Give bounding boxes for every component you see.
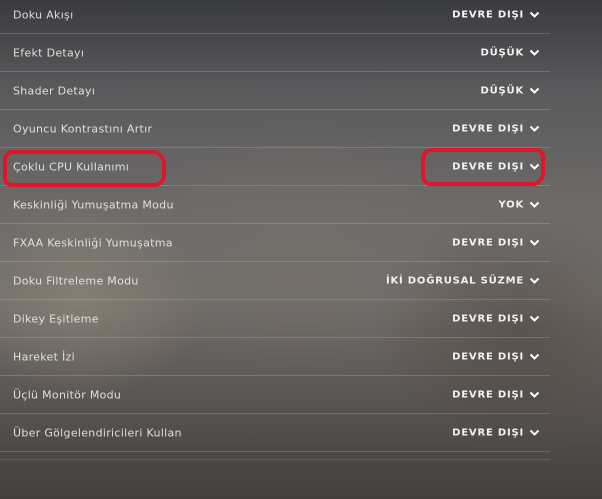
setting-row-uber-shaders: Über Gölgelendiricileri Kullan DEVRE DIŞ… [0,414,550,452]
chevron-down-icon[interactable] [529,351,540,362]
setting-label: Shader Detayı [13,84,96,97]
setting-value-dropdown[interactable]: DEVRE DIŞI [452,237,524,248]
panel-bottom-divider [0,459,550,460]
setting-label: Dikey Eşitleme [13,312,99,325]
setting-row-multicore-rendering: Çoklu CPU Kullanımı DEVRE DIŞI [0,148,550,186]
setting-value-dropdown[interactable]: DEVRE DIŞI [452,123,524,134]
setting-row-texture-filtering-mode: Doku Filtreleme Modu İKİ DOĞRUSAL SÜZME [0,262,550,300]
chevron-down-icon[interactable] [529,47,540,58]
setting-row-vertical-sync: Dikey Eşitleme DEVRE DIŞI [0,300,550,338]
setting-label: Hareket İzi [13,350,75,363]
chevron-down-icon[interactable] [529,161,540,172]
setting-label: Keskinliği Yumuşatma Modu [13,198,174,211]
setting-row-triple-monitor-mode: Üçlü Monitör Modu DEVRE DIŞI [0,376,550,414]
setting-label: FXAA Keskinliği Yumuşatma [13,236,173,249]
setting-label: Über Gölgelendiricileri Kullan [13,426,182,439]
setting-value-dropdown[interactable]: YOK [498,199,524,210]
setting-value-dropdown[interactable]: DEVRE DIŞI [452,313,524,324]
setting-value-dropdown[interactable]: DEVRE DIŞI [452,161,524,172]
setting-label: Üçlü Monitör Modu [13,388,122,401]
chevron-down-icon[interactable] [529,123,540,134]
setting-value-dropdown[interactable]: DÜŞÜK [481,85,525,96]
chevron-down-icon[interactable] [529,237,540,248]
setting-row-effect-detail: Efekt Detayı DÜŞÜK [0,34,550,72]
chevron-down-icon[interactable] [529,199,540,210]
setting-value-dropdown[interactable]: DÜŞÜK [481,47,525,58]
setting-value-dropdown[interactable]: DEVRE DIŞI [452,9,524,20]
setting-row-antialiasing-mode: Keskinliği Yumuşatma Modu YOK [0,186,550,224]
chevron-down-icon[interactable] [529,85,540,96]
setting-value-dropdown[interactable]: DEVRE DIŞI [452,351,524,362]
setting-row-boost-player-contrast: Oyuncu Kontrastını Artır DEVRE DIŞI [0,110,550,148]
video-settings-panel: Doku Akışı DEVRE DIŞI Efekt Detayı DÜŞÜK… [0,0,550,460]
setting-row-fxaa-antialiasing: FXAA Keskinliği Yumuşatma DEVRE DIŞI [0,224,550,262]
setting-label: Efekt Detayı [13,46,85,59]
setting-label: Oyuncu Kontrastını Artır [13,122,153,135]
chevron-down-icon[interactable] [529,427,540,438]
setting-row-texture-streaming: Doku Akışı DEVRE DIŞI [0,0,550,34]
setting-value-dropdown[interactable]: DEVRE DIŞI [452,427,524,438]
setting-label: Doku Akışı [13,8,74,21]
chevron-down-icon[interactable] [529,9,540,20]
chevron-down-icon[interactable] [529,275,540,286]
setting-label: Çoklu CPU Kullanımı [13,160,130,173]
chevron-down-icon[interactable] [529,313,540,324]
setting-row-motion-blur: Hareket İzi DEVRE DIŞI [0,338,550,376]
setting-value-dropdown[interactable]: DEVRE DIŞI [452,389,524,400]
setting-row-shader-detail: Shader Detayı DÜŞÜK [0,72,550,110]
setting-label: Doku Filtreleme Modu [13,274,139,287]
chevron-down-icon[interactable] [529,389,540,400]
setting-value-dropdown[interactable]: İKİ DOĞRUSAL SÜZME [386,275,524,286]
